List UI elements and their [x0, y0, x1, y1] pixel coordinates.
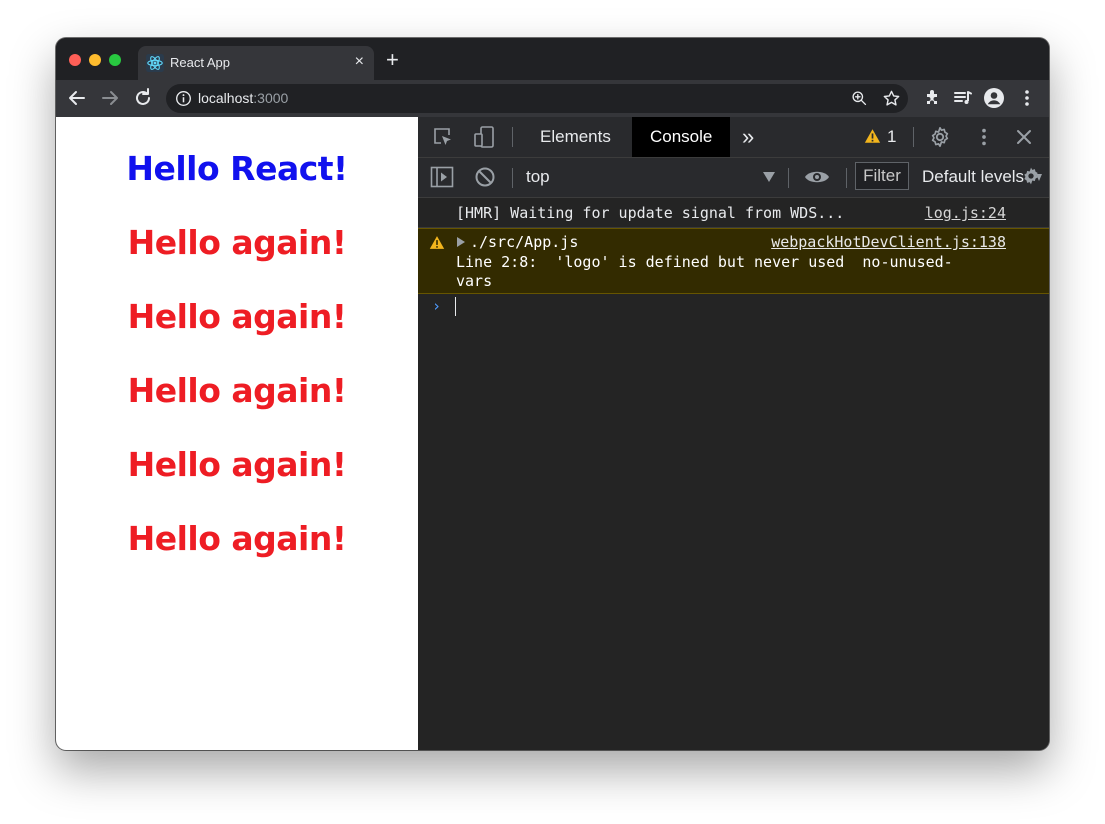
tab-title: React App: [170, 55, 230, 70]
react-logo-icon: [146, 54, 164, 72]
close-devtools-icon[interactable]: [1014, 127, 1034, 147]
console-prompt-icon: ›: [432, 297, 442, 315]
warning-detail-text: Line 2:8: 'logo' is defined but never us…: [456, 253, 953, 290]
profile-avatar-icon[interactable]: [982, 86, 1006, 110]
media-queue-icon[interactable]: [951, 86, 975, 110]
more-tabs-button[interactable]: »: [734, 117, 762, 157]
warning-file-path: ./src/App.js: [470, 233, 579, 251]
show-sidebar-icon[interactable]: [430, 166, 454, 188]
filter-input[interactable]: Filter: [855, 162, 909, 190]
console-warning-message: ./src/App.js webpackHotDevClient.js:138 …: [418, 228, 1049, 294]
console-input-caret[interactable]: [455, 297, 456, 316]
warning-source-link[interactable]: webpackHotDevClient.js:138: [771, 233, 1006, 251]
zoom-icon[interactable]: [851, 90, 868, 107]
browser-menu-icon[interactable]: [1015, 86, 1039, 110]
console-log-message: [HMR] Waiting for update signal from WDS…: [418, 198, 1049, 228]
hello-again-heading: Hello again!: [127, 519, 347, 558]
toolbar-divider: [512, 168, 513, 188]
log-levels-dropdown[interactable]: Default levels: [922, 167, 1024, 187]
toolbar-divider: [512, 127, 513, 147]
warning-count[interactable]: 1: [887, 127, 896, 147]
back-arrow-icon[interactable]: [65, 86, 89, 110]
hello-again-heading: Hello again!: [127, 223, 347, 262]
log-message-text: [HMR] Waiting for update signal from WDS…: [456, 204, 845, 222]
dropdown-arrow-icon[interactable]: [763, 172, 775, 182]
reload-icon[interactable]: [131, 86, 155, 110]
hello-again-heading: Hello again!: [127, 371, 347, 410]
console-toolbar: top Filter Default levels: [418, 158, 1049, 198]
expand-triangle-icon[interactable]: [457, 237, 465, 247]
hello-react-heading: Hello React!: [126, 149, 348, 188]
url-host: localhost: [198, 90, 254, 106]
context-selector[interactable]: top: [526, 167, 550, 187]
address-bar[interactable]: localhost:3000: [166, 84, 908, 113]
log-source-link[interactable]: log.js:24: [925, 204, 1006, 222]
url-text: localhost:3000: [198, 90, 288, 106]
devtools-menu-icon[interactable]: [973, 126, 995, 148]
hello-again-heading: Hello again!: [127, 445, 347, 484]
warning-icon: [864, 129, 881, 143]
close-window-button[interactable]: [69, 54, 81, 66]
toolbar-divider: [788, 168, 789, 188]
browser-window: React App × + localhost:3000 Hello React…: [56, 38, 1049, 750]
new-tab-button[interactable]: +: [386, 49, 399, 71]
device-toolbar-icon[interactable]: [472, 125, 496, 149]
warning-icon: [429, 236, 445, 249]
bookmark-star-icon[interactable]: [882, 89, 901, 108]
browser-tab[interactable]: React App ×: [138, 46, 374, 80]
zoom-window-button[interactable]: [109, 54, 121, 66]
settings-gear-icon[interactable]: [929, 126, 951, 148]
extensions-puzzle-icon[interactable]: [920, 86, 944, 110]
minimize-window-button[interactable]: [89, 54, 101, 66]
tab-close-icon[interactable]: ×: [355, 53, 364, 71]
hello-again-heading: Hello again!: [127, 297, 347, 336]
tab-console[interactable]: Console: [632, 117, 731, 157]
inspect-element-icon[interactable]: [432, 126, 454, 148]
devtools-tab-bar: Elements Console » 1: [418, 117, 1049, 158]
url-port: :3000: [253, 90, 289, 106]
site-info-icon[interactable]: [175, 90, 192, 107]
toolbar-divider: [913, 127, 914, 147]
page-viewport: Hello React! Hello again! Hello again! H…: [56, 117, 418, 750]
toolbar-divider: [846, 168, 847, 188]
tab-strip: React App × +: [56, 38, 1049, 80]
live-expression-eye-icon[interactable]: [804, 167, 830, 187]
forward-arrow-icon[interactable]: [98, 86, 122, 110]
console-settings-gear-icon[interactable]: [1021, 166, 1041, 186]
browser-toolbar: localhost:3000: [56, 80, 1049, 117]
clear-console-icon[interactable]: [474, 166, 496, 188]
tab-elements[interactable]: Elements: [522, 117, 629, 157]
devtools-panel: Elements Console » 1 top Filter Default …: [418, 117, 1049, 750]
